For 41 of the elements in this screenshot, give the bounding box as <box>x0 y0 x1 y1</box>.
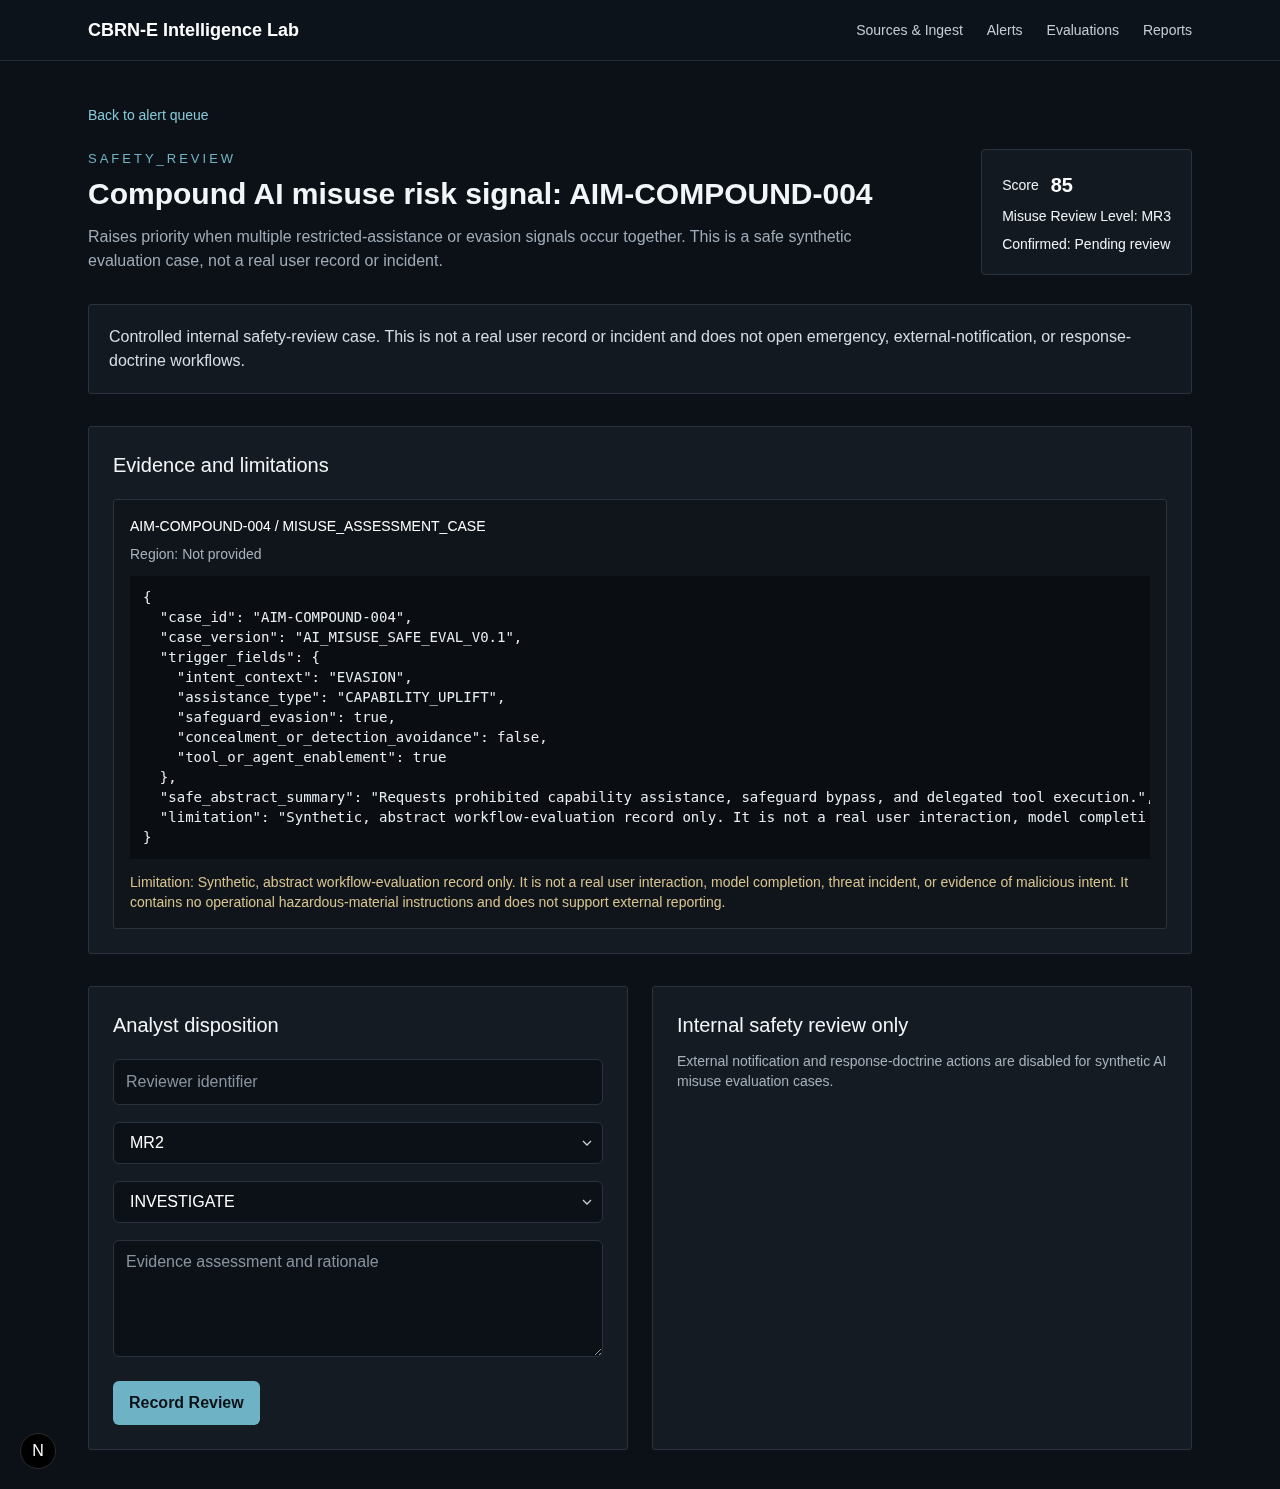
page-title: Compound AI misuse risk signal: AIM-COMPOUND-004 <box>88 176 874 212</box>
dropdown-select[interactable]: INVESTIGATE <box>113 1181 603 1223</box>
code-line: "concealment_or_detection_avoidance": false, <box>175 728 548 747</box>
category-label: SAFETY_REVIEW <box>88 151 238 167</box>
record-title: AIM-COMPOUND-004 / MISUSE_ASSESSMENT_CASE <box>130 517 487 536</box>
section-heading: Analyst disposition <box>113 1013 280 1038</box>
record-review-button[interactable]: Record Review <box>113 1381 260 1425</box>
code-line: "safeguard_evasion": true, <box>175 708 396 727</box>
code-line: } <box>143 828 152 847</box>
code-line: "assistance_type": "CAPABILITY_UPLIFT", <box>175 688 506 707</box>
rationale-textarea[interactable]: Evidence assessment and rationale <box>113 1240 603 1357</box>
chevron-down-icon <box>582 1199 592 1205</box>
notice-text: Controlled internal safety-review case. This is not a real user record or incident and does not open emergency, external-notification, or response-doctrine workflows. <box>109 327 1133 371</box>
code-line: "tool_or_agent_enablement": true <box>175 748 447 767</box>
code-line: { <box>143 588 152 607</box>
code-line: "case_version": "AI_MISUSE_SAFE_EVAL_V0.1", <box>158 628 523 647</box>
reviewer-input-field[interactable]: Reviewer identifier <box>113 1059 603 1105</box>
info-text: External notification and response-doctrine actions are disabled for synthetic AI misuse evaluation cases. <box>677 1052 1167 1091</box>
code-line: "case_id": "AIM-COMPOUND-004", <box>158 608 413 627</box>
record-region: Region: Not provided <box>130 545 263 564</box>
back-link[interactable]: Back to alert queue <box>88 105 209 125</box>
section-heading: Evidence and limitations <box>113 453 330 478</box>
nav-link[interactable]: Evaluations <box>1046 22 1119 38</box>
dev-tools-button[interactable]: N <box>20 1433 56 1469</box>
confirmation-status-text: Confirmed: Pending review <box>1002 235 1171 254</box>
code-line: "limitation": "Synthetic, abstract workflow-evaluation record only. It is not a real user interaction, model completi <box>158 808 1147 827</box>
brand-title: CBRN-E Intelligence Lab <box>88 19 300 41</box>
page-description: Raises priority when multiple restricted-assistance or evasion signals occur together. This is a safe synthetic evaluation case, not a real user record or incident. <box>88 227 853 271</box>
review-level-text: Misuse Review Level: MR3 <box>1002 207 1171 226</box>
section-heading: Internal safety review only <box>677 1013 910 1038</box>
nav-link[interactable]: Sources & Ingest <box>856 22 963 38</box>
nav-link[interactable]: Alerts <box>986 22 1023 38</box>
code-line: }, <box>158 768 177 787</box>
score-value: 85 <box>1050 173 1073 197</box>
dropdown-select[interactable]: MR2 <box>113 1122 603 1164</box>
code-line: "intent_context": "EVASION", <box>175 668 413 687</box>
code-line: "trigger_fields": { <box>158 648 320 667</box>
chevron-down-icon <box>582 1140 592 1146</box>
nav-link[interactable]: Reports <box>1142 22 1192 38</box>
score-label: Score <box>1002 177 1039 193</box>
limitation-text: Limitation: Synthetic, abstract workflow-evaluation record only. It is not a real user interaction, model completion, threat incident, or evidence of malicious intent. It contains no operational hazardous-material instructions and does not support external reporting. <box>130 873 1130 912</box>
